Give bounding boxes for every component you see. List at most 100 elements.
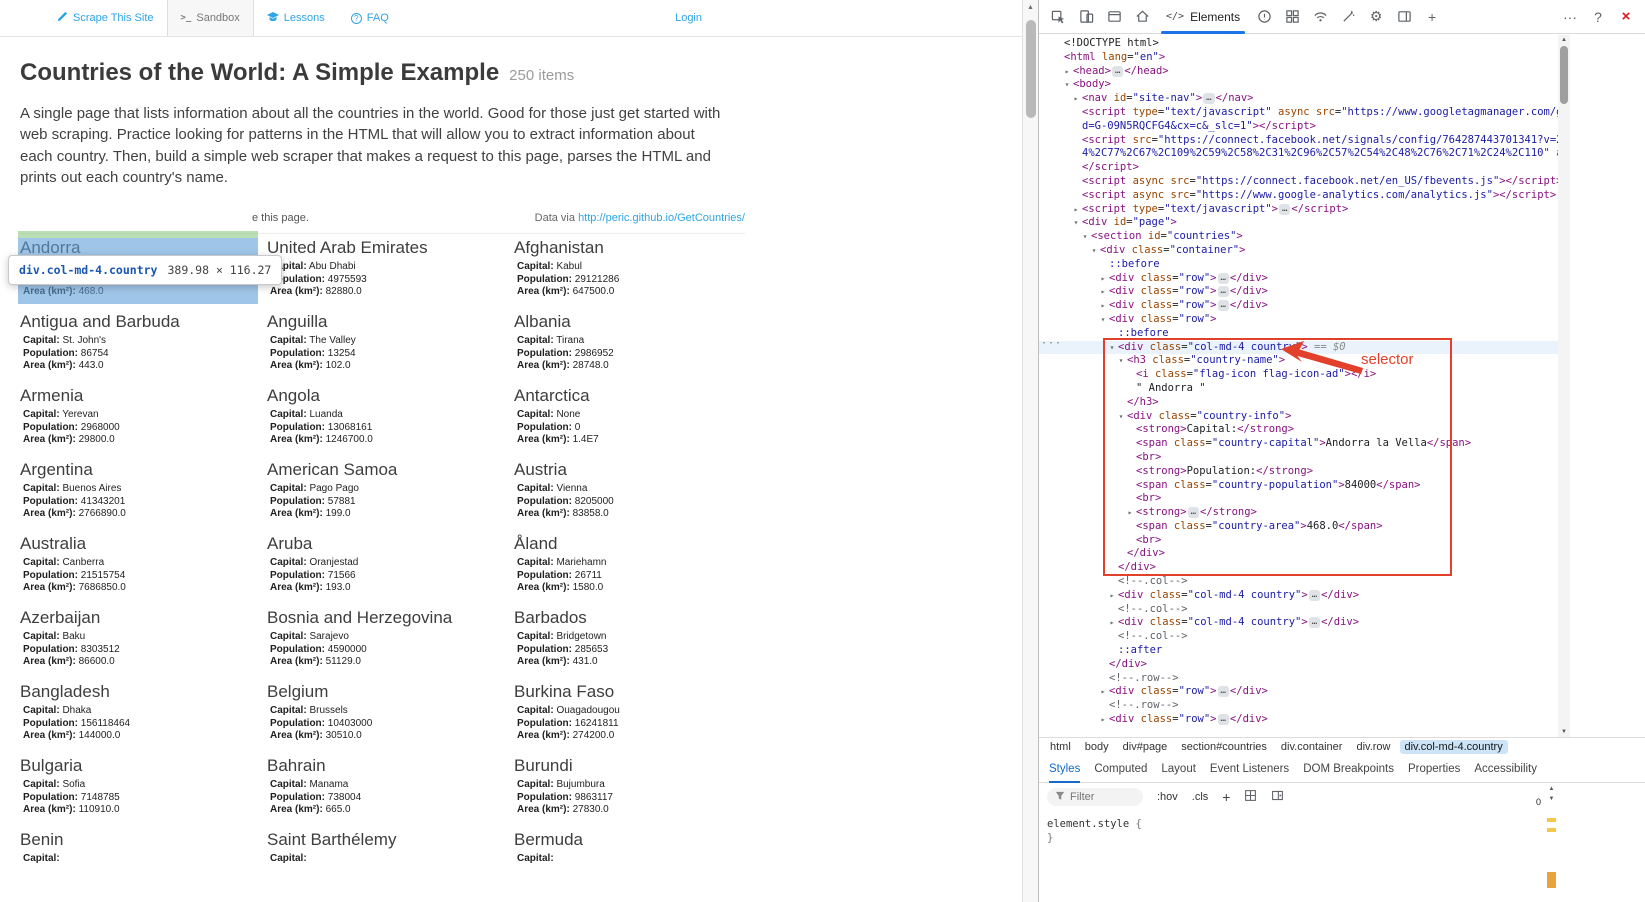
scroll-down-arrow-icon[interactable]: ▼ [1558,729,1570,735]
dom-tree-node[interactable]: </h3> [1039,396,1558,410]
expand-arrow-icon[interactable]: ▸ [1107,616,1117,630]
panel-tab-layout[interactable]: Layout [1161,756,1196,783]
new-style-rule-button[interactable]: + [1222,789,1230,805]
dom-tree-node[interactable]: <br> [1039,492,1558,506]
dom-tree-node[interactable]: ▸<strong>…</strong> [1039,506,1558,520]
dom-tree-node[interactable]: <!--.col--> [1039,603,1558,617]
more-options-icon[interactable]: ··· [1557,3,1583,31]
element-classes-button[interactable]: .cls [1192,791,1209,803]
dom-tree-node[interactable]: <strong>Population:</strong> [1039,465,1558,479]
nav-brand[interactable]: Scrape This Site [44,0,167,36]
panel-tab-properties[interactable]: Properties [1408,756,1460,783]
expand-arrow-icon[interactable]: ▸ [1098,285,1108,299]
dom-tree-node[interactable]: ▸<div class="row">…</div> [1039,285,1558,299]
expand-arrow-icon[interactable]: ▸ [1071,92,1081,106]
grid-badge-icon[interactable] [1244,789,1257,805]
browser-tab-icon[interactable] [1101,3,1127,31]
dom-tree-node[interactable]: <script type="text/javascript" async src… [1039,106,1558,120]
expand-arrow-icon[interactable]: ▸ [1062,65,1072,79]
dom-tree-node[interactable]: ▸<script type="text/javascript">…</scrip… [1039,203,1558,217]
dock-layout-icon[interactable] [1391,3,1417,31]
data-via-link[interactable]: http://peric.github.io/GetCountries/ [578,212,745,224]
network-conditions-icon[interactable] [1307,3,1333,31]
dom-tree-node[interactable]: ▾<div class="country-info"> [1039,410,1558,424]
issues-icon[interactable] [1251,3,1277,31]
scroll-up-arrow-icon[interactable]: ▲ [1558,37,1570,43]
dom-tree-node[interactable]: <!--.row--> [1039,699,1558,713]
filter-input-box[interactable] [1047,788,1143,806]
dom-tree-node[interactable]: ▾<div id="page"> [1039,216,1558,230]
dom-tree-node[interactable]: <strong>Capital:</strong> [1039,423,1558,437]
dom-tree-node[interactable]: ▾<section id="countries"> [1039,230,1558,244]
dom-tree-node[interactable]: <span class="country-capital">Andorra la… [1039,437,1558,451]
device-toolbar-icon[interactable] [1073,3,1099,31]
nav-tab-sandbox[interactable]: >_ Sandbox [167,0,254,36]
breadcrumb-item[interactable]: body [1080,740,1114,754]
dom-tree-node[interactable]: <script async src="https://www.google-an… [1039,189,1558,203]
help-icon[interactable]: ? [1585,3,1611,31]
dom-tree-node[interactable]: ▾<body> [1039,78,1558,92]
collapse-arrow-icon[interactable]: ▾ [1107,341,1117,355]
dom-tree-node[interactable]: ::before [1039,258,1558,272]
tab-elements[interactable]: </> Elements [1157,0,1249,34]
dom-tree-node[interactable]: <br> [1039,534,1558,548]
dom-tree-node[interactable]: </div> [1039,658,1558,672]
dom-tree-node[interactable]: <script async src="https://connect.faceb… [1039,175,1558,189]
filter-input[interactable] [1070,791,1134,803]
dom-tree-node[interactable]: </div> [1039,547,1558,561]
dom-tree-node[interactable]: ▸<div class="col-md-4 country">…</div> [1039,589,1558,603]
nav-tab-faq[interactable]: ? FAQ [338,0,402,36]
dom-tree-node[interactable]: d=G-09N5RQCFG4&cx=c&_slc=1"></script> [1039,120,1558,134]
dom-tree-scrollbar[interactable]: ▲ ▼ [1558,35,1570,737]
dom-tree-node[interactable]: <!--.col--> [1039,630,1558,644]
dom-tree-node[interactable]: <!--.col--> [1039,575,1558,589]
toggle-element-state-button[interactable]: :hov [1157,791,1178,803]
node-options-ellipsis[interactable]: ··· [1041,338,1062,349]
expand-arrow-icon[interactable]: ▸ [1098,685,1108,699]
collapse-arrow-icon[interactable]: ▾ [1062,78,1072,92]
close-devtools-icon[interactable]: × [1613,3,1639,31]
dom-tree-node[interactable]: ▾<div class="container"> [1039,244,1558,258]
computed-sidebar-icon[interactable] [1271,789,1284,805]
scrollbar-thumb[interactable] [1026,20,1036,118]
grid-overlay-icon[interactable] [1279,3,1305,31]
dom-tree-node[interactable]: <i class="flag-icon flag-icon-ad"></i> [1039,368,1558,382]
expand-arrow-icon[interactable]: ▸ [1071,203,1081,217]
expand-arrow-icon[interactable]: ▸ [1107,589,1117,603]
collapse-arrow-icon[interactable]: ▾ [1116,354,1126,368]
panel-tab-accessibility[interactable]: Accessibility [1474,756,1537,783]
dom-tree-node[interactable]: ▸<div class="col-md-4 country">…</div> [1039,616,1558,630]
settings-gear-icon[interactable]: ⚙ [1363,3,1389,31]
dom-tree-node[interactable]: ▸<div class="row">…</div> [1039,299,1558,313]
scroll-up-arrow-icon[interactable]: ▲ [1545,786,1558,792]
breadcrumb-item[interactable]: div#page [1118,740,1173,754]
dom-tree-node[interactable]: " Andorra " [1039,382,1558,396]
expand-arrow-icon[interactable]: ▸ [1125,506,1135,520]
wand-icon[interactable] [1335,3,1361,31]
dom-tree-node[interactable]: ::before [1039,327,1558,341]
dom-tree-node[interactable]: <html lang="en"> [1039,51,1558,65]
collapse-arrow-icon[interactable]: ▾ [1089,244,1099,258]
scroll-up-arrow-icon[interactable]: ▲ [1023,4,1038,11]
scrollbar-thumb[interactable] [1560,46,1568,104]
breadcrumb-item[interactable]: html [1045,740,1076,754]
styles-scrollbar[interactable]: ▲ ▼ 0 [1545,786,1558,902]
dom-tree-node[interactable]: <!--.row--> [1039,672,1558,686]
collapse-arrow-icon[interactable]: ▾ [1080,230,1090,244]
dom-tree-node[interactable]: ▸<div class="row">…</div> [1039,272,1558,286]
breadcrumb-item[interactable]: div.container [1276,740,1348,754]
nav-tab-lessons[interactable]: Lessons [254,0,338,36]
dom-tree-node[interactable]: <!DOCTYPE html> [1039,37,1558,51]
dom-tree-node[interactable]: ▸<head>…</head> [1039,65,1558,79]
breadcrumb-item[interactable]: div.col-md-4.country [1400,740,1508,754]
dom-tree-node[interactable]: <script src="https://connect.facebook.ne… [1039,134,1558,148]
breadcrumb-item[interactable]: section#countries [1176,740,1272,754]
scroll-down-arrow-icon[interactable]: ▼ [1545,796,1558,802]
dom-tree-node[interactable]: ▾<h3 class="country-name"> [1039,354,1558,368]
dom-tree-node[interactable]: </script> [1039,161,1558,175]
expand-arrow-icon[interactable]: ▸ [1098,299,1108,313]
panel-tab-event-listeners[interactable]: Event Listeners [1210,756,1289,783]
page-scrollbar[interactable]: ▲ [1022,0,1038,902]
dom-tree-node[interactable]: </div> [1039,561,1558,575]
breadcrumb-item[interactable]: div.row [1351,740,1395,754]
